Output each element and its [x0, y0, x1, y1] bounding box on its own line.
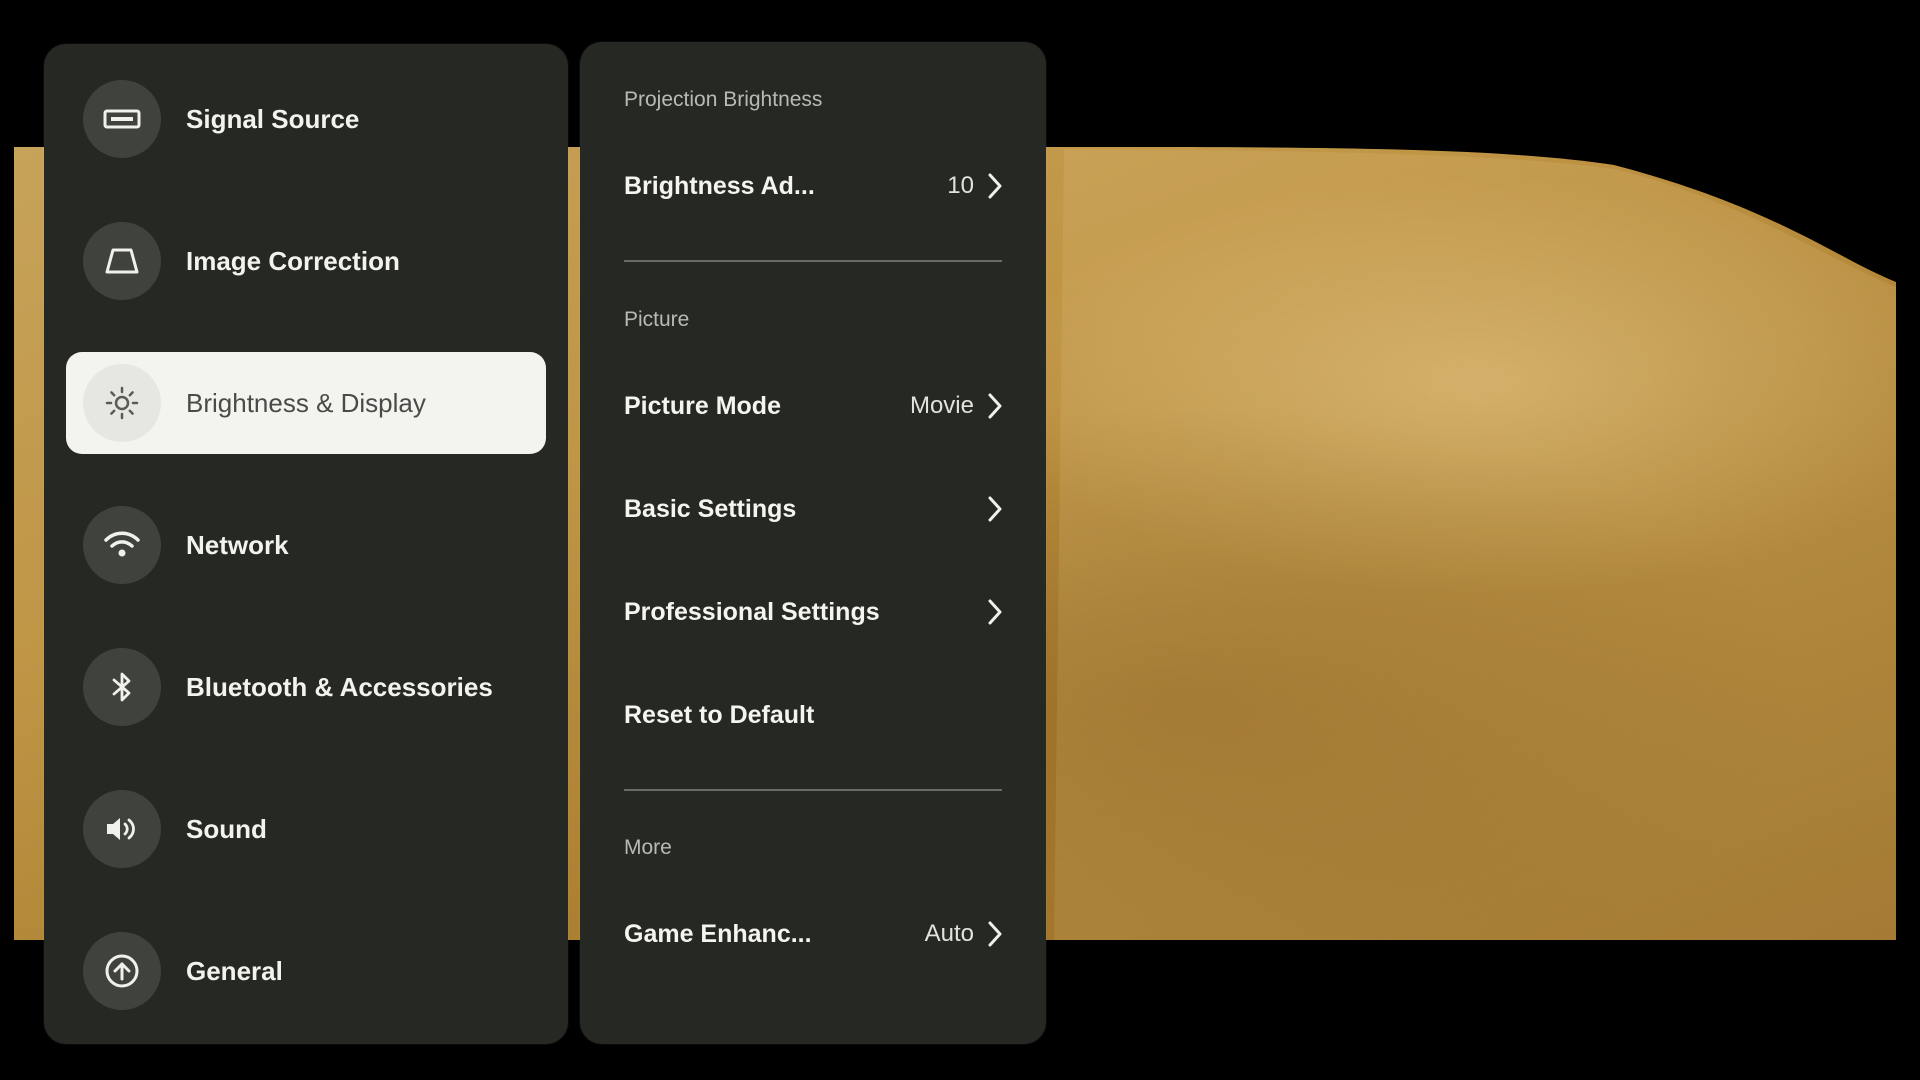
brightness-display-detail-panel: Projection Brightness Brightness Ad... 1…: [580, 42, 1046, 1044]
divider: [624, 260, 1002, 262]
sidebar-item-general[interactable]: General: [66, 920, 546, 1022]
row-label: Brightness Ad...: [624, 171, 815, 200]
hdmi-port-icon: [83, 80, 161, 158]
sidebar-item-label: Sound: [186, 813, 267, 844]
upload-circle-icon: [83, 932, 161, 1010]
settings-screen: Signal Source Image Correction Brightnes…: [0, 0, 1920, 1080]
chevron-right-icon: [984, 172, 1002, 200]
sidebar-item-image-correction[interactable]: Image Correction: [66, 210, 546, 312]
sidebar-item-bluetooth-accessories[interactable]: Bluetooth & Accessories: [66, 636, 546, 738]
sun-icon: [83, 364, 161, 442]
chevron-right-icon: [984, 920, 1002, 948]
section-title-more: More: [624, 836, 672, 859]
section-title-projection-brightness: Projection Brightness: [624, 88, 823, 111]
sidebar-item-label: Network: [186, 529, 289, 560]
sidebar-item-label: Image Correction: [186, 245, 400, 276]
sidebar-item-sound[interactable]: Sound: [66, 778, 546, 880]
brightness-adjustment-row[interactable]: Brightness Ad... 10: [624, 156, 1002, 216]
speaker-icon: [83, 790, 161, 868]
sidebar-item-label: Signal Source: [186, 103, 360, 134]
sidebar-item-label: Brightness & Display: [186, 387, 426, 418]
divider: [624, 789, 1002, 791]
section-title-picture: Picture: [624, 308, 690, 331]
keystone-trapezoid-icon: [83, 222, 161, 300]
wifi-icon: [83, 506, 161, 584]
row-value: 10: [947, 172, 974, 199]
row-label: Reset to Default: [624, 700, 815, 729]
row-label: Basic Settings: [624, 494, 797, 523]
sidebar-item-brightness-display[interactable]: Brightness & Display: [66, 352, 546, 454]
row-label: Game Enhanc...: [624, 919, 812, 948]
professional-settings-row[interactable]: Professional Settings: [624, 582, 1002, 642]
sidebar-item-label: Bluetooth & Accessories: [186, 671, 493, 702]
reset-to-default-row[interactable]: Reset to Default: [624, 685, 1002, 745]
bluetooth-icon: [83, 648, 161, 726]
sidebar-item-signal-source[interactable]: Signal Source: [66, 68, 546, 170]
sidebar-item-network[interactable]: Network: [66, 494, 546, 596]
game-enhancement-row[interactable]: Game Enhanc... Auto: [624, 904, 1002, 964]
basic-settings-row[interactable]: Basic Settings: [624, 479, 1002, 539]
chevron-right-icon: [984, 598, 1002, 626]
picture-mode-row[interactable]: Picture Mode Movie: [624, 376, 1002, 436]
chevron-right-icon: [984, 495, 1002, 523]
row-value: Movie: [909, 392, 974, 419]
settings-category-panel: Signal Source Image Correction Brightnes…: [44, 44, 568, 1044]
sidebar-item-label: General: [186, 955, 283, 986]
row-label: Picture Mode: [624, 391, 781, 420]
chevron-right-icon: [984, 392, 1002, 420]
row-value: Auto: [924, 920, 974, 947]
row-label: Professional Settings: [624, 597, 880, 626]
